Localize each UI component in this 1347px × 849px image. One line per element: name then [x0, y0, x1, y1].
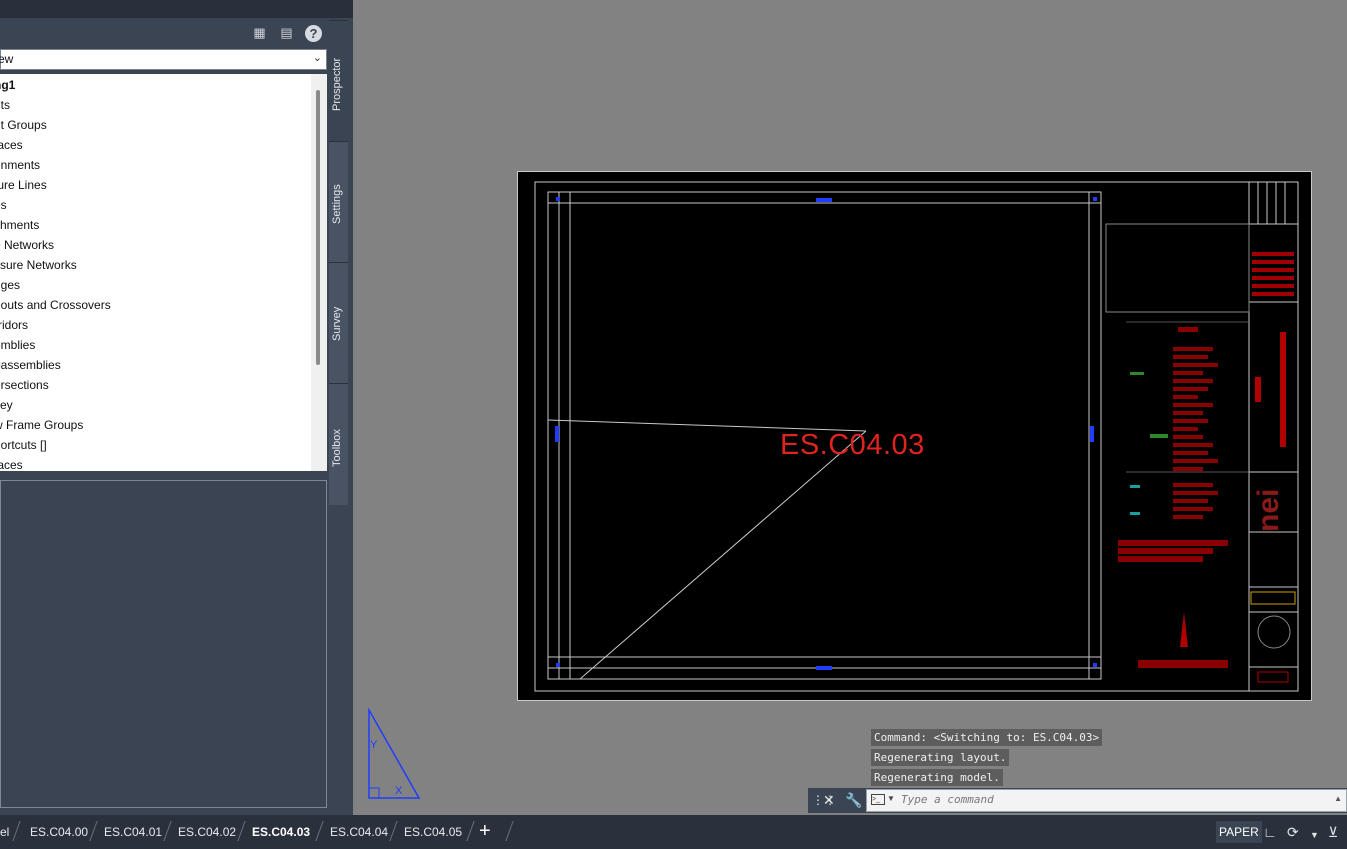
tree-item[interactable]: ssure Networks: [0, 258, 77, 272]
tab-prospector-label: Prospector: [331, 57, 343, 111]
tree-item[interactable]: chments: [0, 218, 39, 232]
tab-separator: [89, 821, 98, 841]
tree-item[interactable]: faces: [0, 458, 23, 471]
tab-settings-label: Settings: [331, 184, 343, 224]
add-layout-icon[interactable]: +: [479, 819, 491, 843]
tab-separator: [315, 821, 324, 841]
tree-item[interactable]: nouts and Crossovers: [0, 298, 111, 312]
isodraft-icon[interactable]: ⟳: [1287, 822, 1299, 842]
view-selector-dropdown[interactable]: ew ⌄: [0, 49, 327, 70]
tree-item[interactable]: hortcuts []: [0, 438, 47, 452]
command-prompt-icon[interactable]: >_: [871, 794, 885, 805]
panorama-icon[interactable]: ▦: [252, 26, 267, 40]
tab-separator: [466, 821, 475, 841]
tree-item[interactable]: nts: [0, 98, 10, 112]
layout-sheet[interactable]: ES.C04.03 nei: [517, 171, 1312, 701]
panel-titlebar: [0, 0, 353, 18]
tree-item[interactable]: ersections: [0, 378, 49, 392]
tab-settings[interactable]: Settings: [329, 141, 348, 262]
chevron-up-icon[interactable]: ▲: [1334, 794, 1342, 803]
tree-item[interactable]: bassemblies: [0, 358, 61, 372]
tab-toolbox[interactable]: Toolbox: [329, 383, 348, 505]
chevron-down-icon[interactable]: ▼: [887, 794, 895, 803]
grid-snap-icon[interactable]: ∟: [1263, 822, 1277, 842]
toolspace-tabs: Prospector Settings Survey Toolbox: [329, 20, 348, 505]
svg-text:Y: Y: [370, 739, 378, 751]
paper-space-toggle[interactable]: PAPER: [1216, 821, 1262, 843]
toolspace-panel: ▦ ▤ ? ew ⌄ ng1 nts nt Groups faces gnments tu…: [0, 0, 353, 815]
tree-item[interactable]: rridors: [0, 318, 28, 332]
command-placeholder: Type a command: [901, 793, 994, 806]
svg-text:X: X: [395, 785, 403, 797]
prospector-tree[interactable]: ng1 nts nt Groups faces gnments ture Lines es c…: [0, 74, 327, 471]
command-history-line: Command: <Switching to: ES.C04.03>: [871, 729, 1103, 746]
close-icon[interactable]: ✕: [823, 790, 835, 810]
tree-scrollbar[interactable]: [311, 74, 327, 471]
layout-tab[interactable]: ES.C04.01: [104, 823, 162, 841]
tab-separator: [12, 821, 21, 841]
tab-separator: [505, 821, 514, 841]
tab-separator: [237, 821, 246, 841]
tab-survey[interactable]: Survey: [329, 262, 348, 383]
tab-separator: [163, 821, 172, 841]
tree-item[interactable]: nt Groups: [0, 118, 47, 132]
tree-item[interactable]: dges: [0, 278, 20, 292]
view-selector-value: ew: [0, 52, 14, 66]
tree-item[interactable]: ng1: [0, 78, 15, 92]
command-history-line: Regenerating model.: [871, 769, 1003, 786]
help-icon[interactable]: ?: [305, 25, 322, 42]
layout-tab[interactable]: ES.C04.02: [178, 823, 236, 841]
tab-separator: [389, 821, 398, 841]
tab-prospector[interactable]: Prospector: [329, 20, 348, 141]
layout-tab[interactable]: ES.C04.05: [404, 823, 462, 841]
layout-tab[interactable]: ES.C04.03: [252, 823, 310, 841]
tab-toolbox-label: Toolbox: [331, 428, 343, 467]
tree-scrollbar-thumb[interactable]: [316, 90, 320, 365]
tree-item[interactable]: w Frame Groups: [0, 418, 83, 432]
panel-toolbar: ▦ ▤: [0, 20, 330, 46]
polar-tracking-icon[interactable]: ⊻: [1328, 822, 1338, 842]
layout-tab[interactable]: ES.C04.04: [330, 823, 388, 841]
chevron-down-icon[interactable]: ▼: [1310, 825, 1319, 845]
chevron-down-icon[interactable]: ⌄: [313, 49, 322, 68]
item-view-panel: [0, 480, 327, 808]
command-input[interactable]: >_ ▼ Type a command ▲: [866, 789, 1347, 812]
tree-item[interactable]: e Networks: [0, 238, 54, 252]
tree-item[interactable]: faces: [0, 138, 23, 152]
tree-item[interactable]: gnments: [0, 158, 40, 172]
item-view-icon[interactable]: ▤: [279, 26, 294, 40]
nei-logo: nei: [1252, 488, 1285, 532]
sheet-label: ES.C04.03: [780, 429, 925, 461]
tree-item[interactable]: emblies: [0, 338, 35, 352]
tree-item[interactable]: es: [0, 198, 7, 212]
status-bar: el ES.C04.00 ES.C04.01 ES.C04.02 ES.C04.03 ES…: [0, 815, 1347, 849]
tree-item[interactable]: vey: [0, 398, 13, 412]
tree-item[interactable]: ture Lines: [0, 178, 47, 192]
ucs-icon: Y X: [368, 708, 421, 799]
layout-tab[interactable]: ES.C04.00: [30, 823, 88, 841]
command-history-line: Regenerating layout.: [871, 749, 1010, 766]
customize-wrench-icon[interactable]: 🔧: [845, 790, 862, 810]
layout-tab[interactable]: el: [0, 823, 9, 841]
tab-survey-label: Survey: [331, 306, 343, 341]
